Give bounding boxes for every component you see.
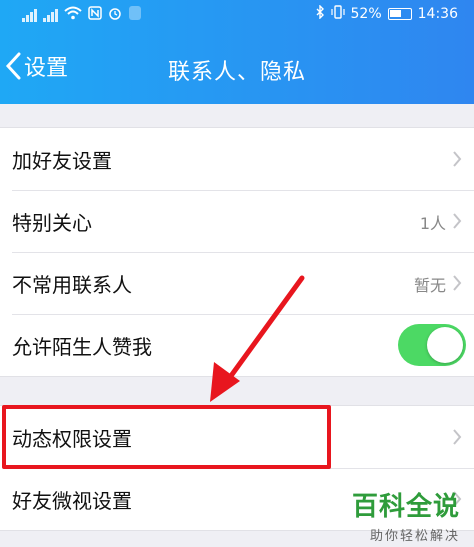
status-bar: 52% 14:36 <box>0 0 474 30</box>
row-allow-stranger-likes: 允许陌生人赞我 <box>0 314 474 376</box>
page-title: 联系人、隐私 <box>167 60 306 85</box>
row-label: 允许陌生人赞我 <box>12 334 152 359</box>
wifi-icon <box>64 6 82 24</box>
app-header: 52% 14:36 设置 联系人、隐私 <box>0 0 474 104</box>
chevron-right-icon <box>453 429 462 445</box>
row-value: 1人 <box>419 214 446 233</box>
row-add-friend-settings[interactable]: 加好友设置 <box>0 128 474 190</box>
allow-stranger-likes-toggle[interactable] <box>398 324 466 366</box>
row-label: 不常用联系人 <box>12 272 132 297</box>
alarm-icon <box>108 6 122 24</box>
chevron-right-icon <box>453 213 462 229</box>
watermark-title: 百科全说 <box>351 492 460 522</box>
signal-2-icon <box>43 8 58 22</box>
row-label: 动态权限设置 <box>12 426 132 451</box>
toggle-knob <box>427 327 463 363</box>
status-right-icons: 52% 14:36 <box>315 4 458 23</box>
row-special-care[interactable]: 特别关心 1人 <box>0 190 474 252</box>
vibrate-icon <box>330 5 345 23</box>
row-label: 加好友设置 <box>12 148 112 173</box>
row-infrequent-contacts[interactable]: 不常用联系人 暂无 <box>0 252 474 314</box>
row-label: 好友微视设置 <box>12 488 132 513</box>
bluetooth-icon <box>315 4 325 23</box>
status-left-icons <box>22 5 142 24</box>
row-value: 暂无 <box>413 276 446 295</box>
battery-icon <box>387 8 412 20</box>
chevron-right-icon <box>453 151 462 167</box>
chevron-right-icon <box>453 275 462 291</box>
signal-1-icon <box>22 8 37 22</box>
settings-group-1: 加好友设置 特别关心 1人 不常用联系人 暂无 允许陌生人赞我 <box>0 127 474 377</box>
nfc-icon <box>88 5 102 24</box>
row-label: 特别关心 <box>12 210 92 235</box>
watermark: 百科全说 助你轻松解决 <box>352 486 460 544</box>
net-speed <box>128 5 142 24</box>
battery-percent: 52% <box>350 6 382 22</box>
row-dynamic-permission-settings[interactable]: 动态权限设置 <box>0 406 474 468</box>
clock: 14:36 <box>417 6 458 22</box>
watermark-subtitle: 助你轻松解决 <box>369 529 460 544</box>
nav-bar: 设置 联系人、隐私 <box>0 44 474 94</box>
